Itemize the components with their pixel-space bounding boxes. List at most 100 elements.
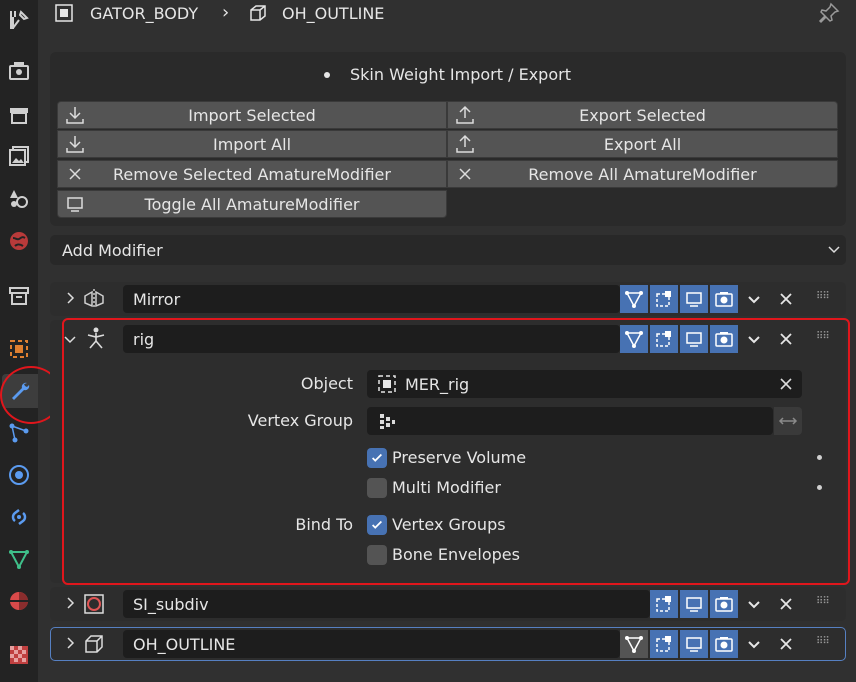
solidify-modifier-icon — [83, 633, 105, 655]
preserve-volume-checkbox[interactable] — [367, 448, 387, 468]
close-icon[interactable] — [778, 596, 794, 612]
pin-icon[interactable] — [818, 2, 840, 24]
edit-cage-toggle[interactable] — [620, 285, 648, 313]
viewport-toggle[interactable] — [680, 590, 708, 618]
vertex-groups-checkbox[interactable] — [367, 515, 387, 535]
chevron-right-icon[interactable] — [62, 290, 78, 306]
vertex-triangle-icon — [625, 636, 643, 653]
drag-handle-icon[interactable]: ⠿⠿ — [816, 596, 830, 607]
edit-mode-toggle[interactable] — [650, 590, 678, 618]
remove-all-modifier-button[interactable]: Remove All AmatureModifier — [447, 160, 838, 188]
outline-name-field[interactable]: OH_OUTLINE — [123, 630, 620, 658]
render-toggle[interactable] — [710, 285, 738, 313]
camera-icon — [715, 597, 733, 612]
edit-mode-icon — [656, 331, 671, 347]
collection-tab-icon[interactable] — [2, 279, 36, 313]
monitor-icon — [686, 292, 702, 307]
checkmark-icon — [372, 453, 382, 462]
vertex-triangle-icon — [625, 331, 643, 348]
render-toggle[interactable] — [710, 630, 738, 658]
skin-weight-title: Skin Weight Import / Export — [350, 65, 571, 84]
edit-cage-toggle[interactable] — [620, 325, 648, 353]
subdiv-name-field[interactable]: SI_subdiv — [123, 590, 650, 618]
checkmark-icon — [372, 520, 382, 529]
remove-selected-label: Remove Selected AmatureModifier — [113, 164, 391, 184]
export-selected-button[interactable]: Export Selected — [447, 101, 838, 129]
chevron-down-icon[interactable] — [746, 596, 762, 612]
object-field[interactable]: MER_rig — [367, 370, 802, 398]
viewport-toggle[interactable] — [680, 325, 708, 353]
outline-modifier-panel: OH_OUTLINE ⠿⠿ — [50, 627, 846, 661]
animate-property-dot[interactable] — [817, 455, 822, 460]
import-all-button[interactable]: Import All — [57, 130, 447, 158]
object-label: Object — [300, 374, 353, 393]
object-icon — [54, 3, 74, 23]
render-tab-icon[interactable] — [2, 54, 36, 88]
vertex-group-field[interactable] — [367, 407, 773, 435]
remove-selected-modifier-button[interactable]: Remove Selected AmatureModifier — [57, 160, 447, 188]
properties-tab-bar — [0, 0, 38, 682]
close-icon[interactable] — [778, 291, 794, 307]
vertex-group-label: Vertex Group — [247, 411, 353, 430]
chevron-down-icon[interactable] — [746, 636, 762, 652]
chevron-down-icon[interactable] — [746, 331, 762, 347]
multi-modifier-checkbox[interactable] — [367, 478, 387, 498]
add-modifier-dropdown[interactable]: Add Modifier — [50, 235, 846, 265]
invert-vertex-group-button[interactable] — [774, 407, 802, 435]
object-tab-icon[interactable] — [2, 332, 36, 366]
constraints-tab-icon[interactable] — [2, 500, 36, 534]
remove-all-label: Remove All AmatureModifier — [528, 164, 757, 184]
camera-icon — [715, 637, 733, 652]
swap-arrows-icon — [778, 417, 798, 425]
add-modifier-label: Add Modifier — [62, 240, 163, 260]
world-tab-icon[interactable] — [2, 224, 36, 258]
render-toggle[interactable] — [710, 590, 738, 618]
clear-icon[interactable] — [778, 376, 794, 392]
import-selected-button[interactable]: Import Selected — [57, 101, 447, 129]
edit-cage-toggle[interactable] — [620, 630, 648, 658]
export-all-label: Export All — [603, 134, 682, 154]
export-all-button[interactable]: Export All — [447, 130, 838, 158]
import-icon — [58, 101, 92, 129]
rig-name-field[interactable]: rig — [123, 325, 620, 353]
physics-tab-icon[interactable] — [2, 458, 36, 492]
edit-mode-toggle[interactable] — [650, 630, 678, 658]
chevron-down-icon[interactable] — [62, 331, 78, 347]
viewport-toggle[interactable] — [680, 630, 708, 658]
render-toggle[interactable] — [710, 325, 738, 353]
monitor-icon — [686, 637, 702, 652]
x-icon — [448, 160, 482, 188]
drag-handle-icon[interactable]: ⠿⠿ — [816, 291, 830, 302]
data-tab-icon[interactable] — [2, 542, 36, 576]
x-icon — [58, 160, 92, 188]
mirror-name-field[interactable]: Mirror — [123, 285, 620, 313]
subdivision-modifier-icon — [83, 593, 105, 615]
breadcrumb-data: OH_OUTLINE — [282, 4, 385, 23]
edit-mode-toggle[interactable] — [650, 325, 678, 353]
texture-tab-icon[interactable] — [2, 638, 36, 672]
viewport-toggle[interactable] — [680, 285, 708, 313]
view-layer-tab-icon[interactable] — [2, 139, 36, 173]
bone-envelopes-checkbox[interactable] — [367, 545, 387, 565]
chevron-right-icon[interactable] — [62, 635, 78, 651]
subdiv-modifier-panel: SI_subdiv ⠿⠿ — [50, 587, 846, 621]
toggle-all-modifier-button[interactable]: Toggle All AmatureModifier — [57, 190, 447, 218]
mirror-name-text: Mirror — [133, 289, 181, 309]
close-icon[interactable] — [778, 636, 794, 652]
drag-handle-icon[interactable]: ⠿⠿ — [816, 636, 830, 647]
material-tab-icon[interactable] — [2, 584, 36, 618]
outline-name-text: OH_OUTLINE — [133, 634, 236, 654]
chevron-right-icon[interactable] — [62, 595, 78, 611]
rig-name-text: rig — [133, 329, 155, 349]
output-tab-icon[interactable] — [2, 98, 36, 132]
edit-mode-toggle[interactable] — [650, 285, 678, 313]
tool-tab-icon[interactable] — [2, 3, 36, 37]
object-icon — [377, 374, 397, 394]
chevron-down-icon[interactable] — [746, 291, 762, 307]
animate-property-dot[interactable] — [817, 485, 822, 490]
scene-tab-icon[interactable] — [2, 182, 36, 216]
multi-modifier-label: Multi Modifier — [392, 478, 501, 497]
preserve-volume-label: Preserve Volume — [392, 448, 527, 467]
close-icon[interactable] — [778, 331, 794, 347]
drag-handle-icon[interactable]: ⠿⠿ — [816, 331, 830, 342]
